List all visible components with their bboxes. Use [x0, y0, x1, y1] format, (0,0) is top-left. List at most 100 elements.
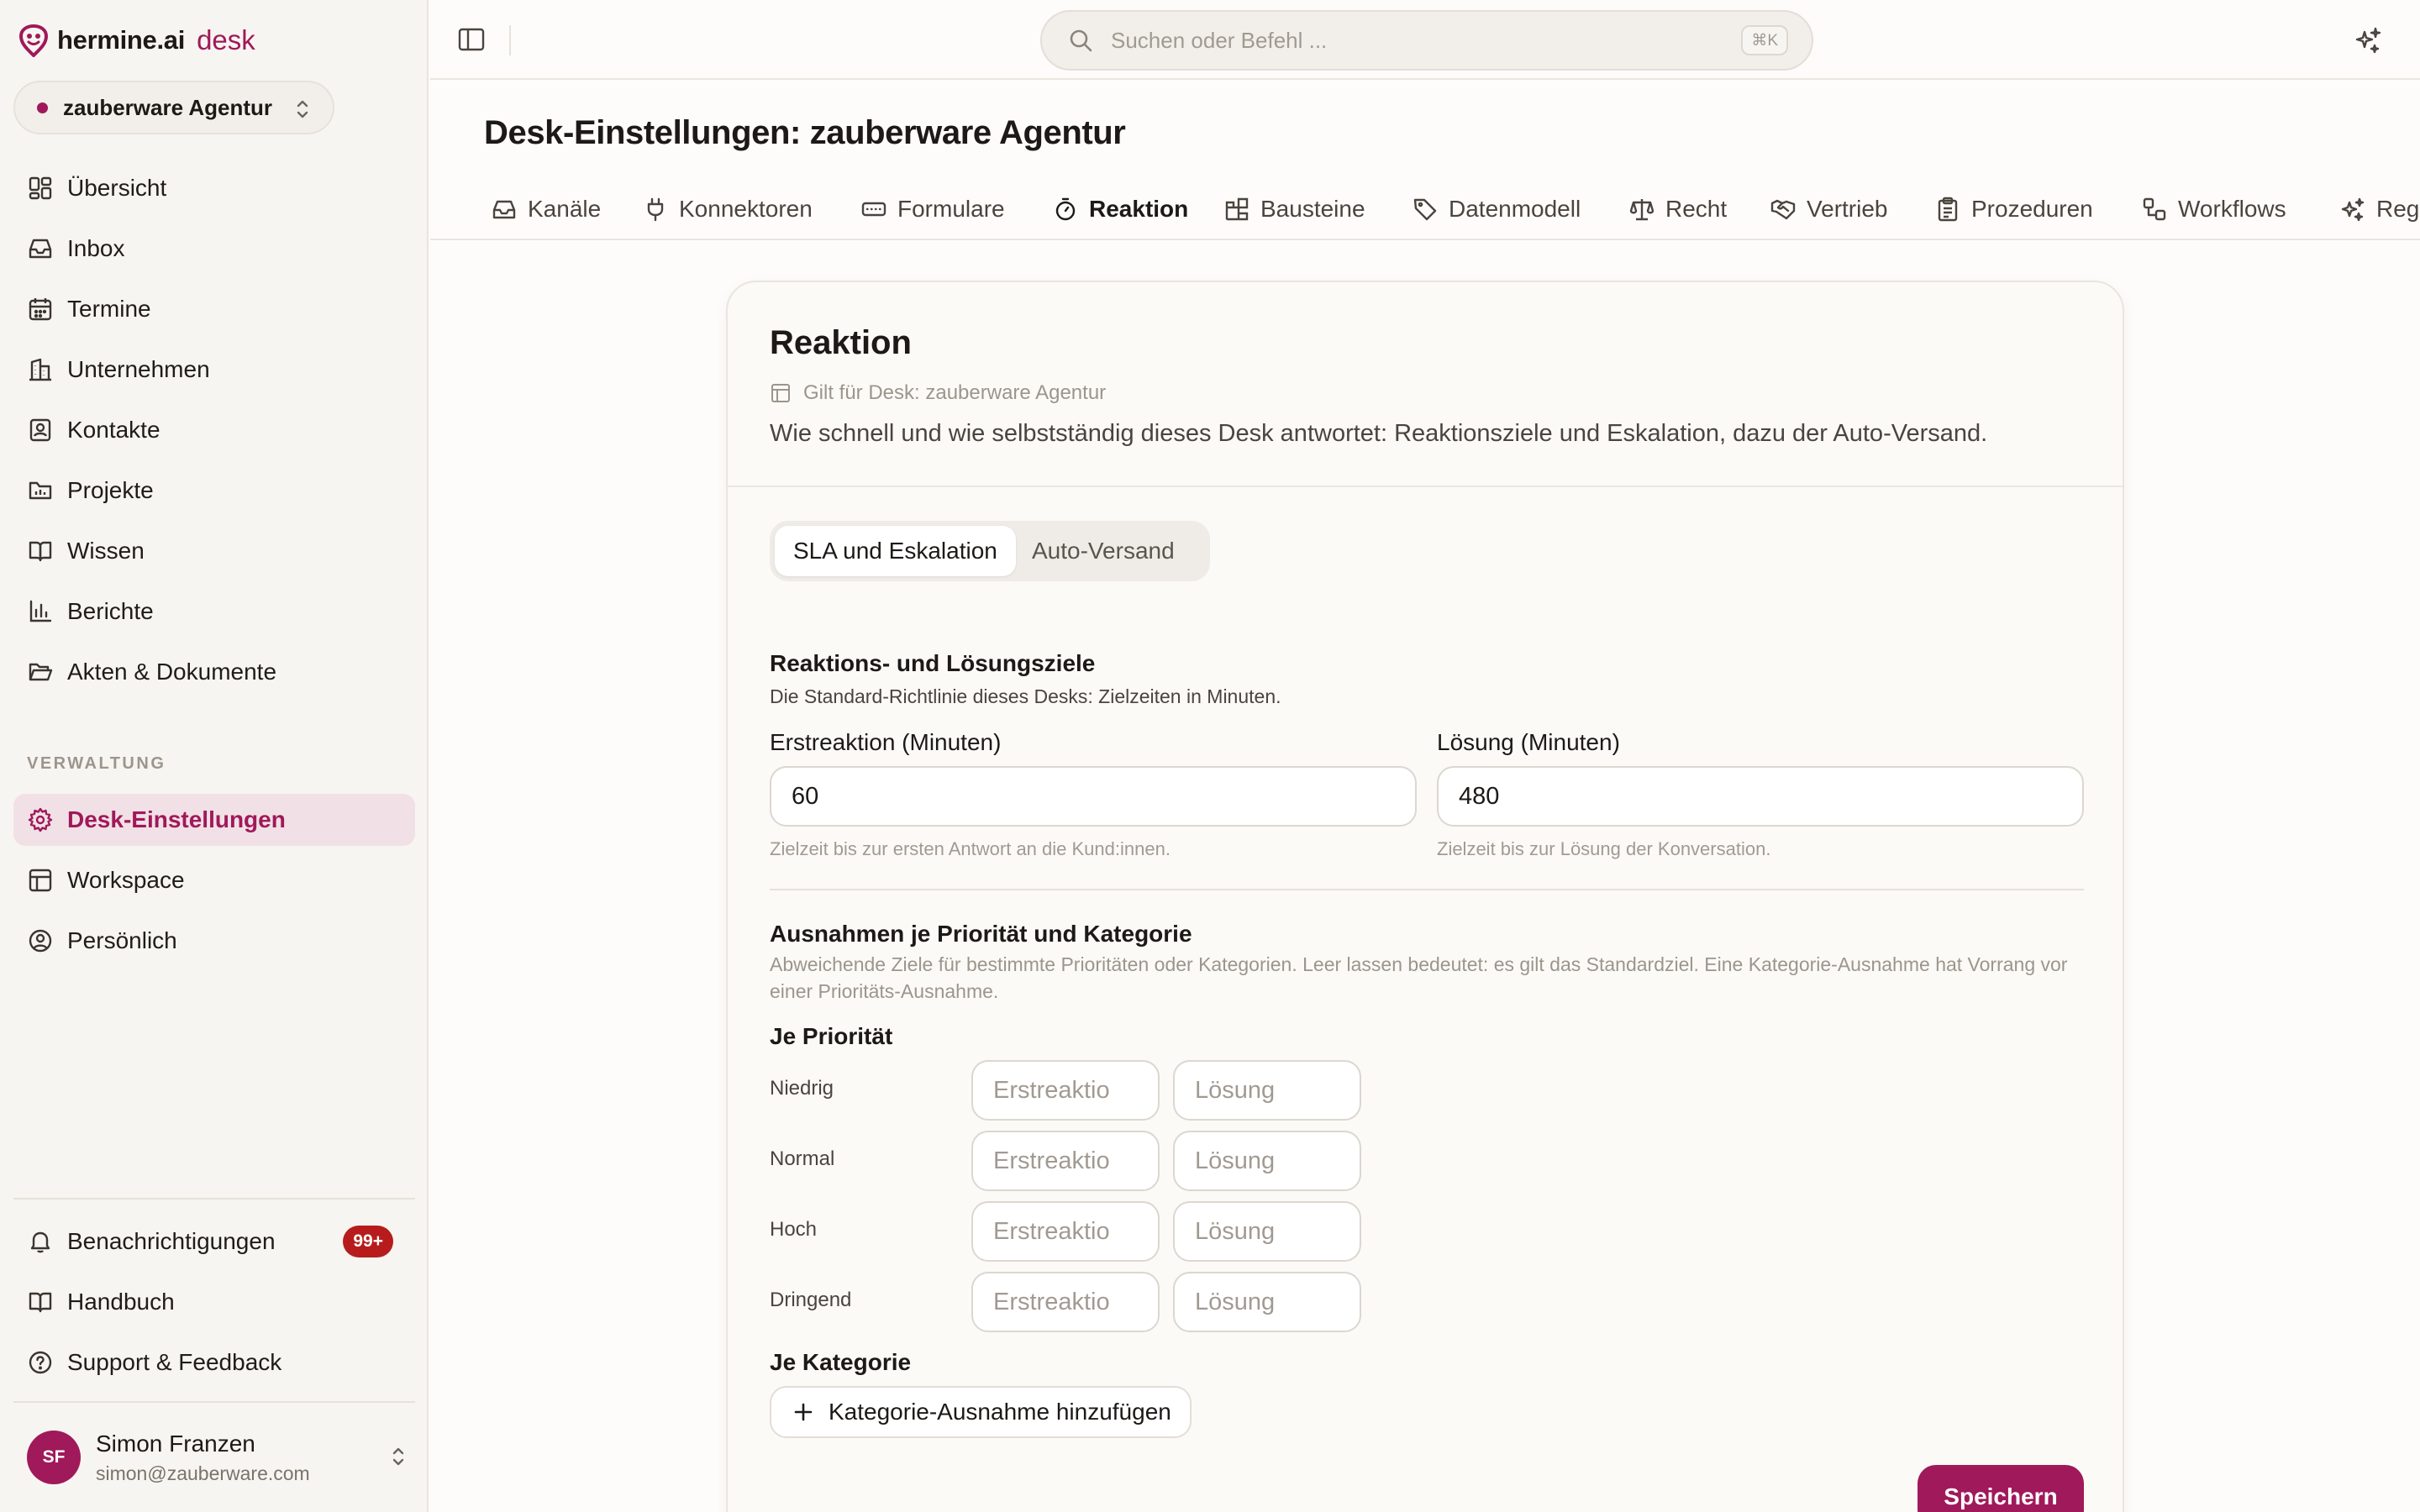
tab-label: Formulare [897, 196, 1005, 222]
bell-icon [27, 1228, 54, 1255]
tab-vertrieb[interactable]: Vertrieb [1770, 178, 1888, 239]
plus-icon [794, 1403, 813, 1421]
priority-niedrig-first-response-input[interactable]: Erstreaktio [971, 1060, 1160, 1121]
tab-label: Bausteine [1260, 196, 1365, 222]
first-response-input[interactable]: 60 [770, 766, 1417, 827]
priority-dringend-resolution-input[interactable]: Lösung [1173, 1272, 1361, 1332]
tab-formulare[interactable]: Formulare [860, 178, 1005, 239]
priority-niedrig-resolution-input[interactable]: Lösung [1173, 1060, 1361, 1121]
tab-prozeduren[interactable]: Prozeduren [1934, 178, 2093, 239]
chevron-up-down-icon [297, 100, 308, 118]
resolution-input[interactable]: 480 [1437, 766, 2084, 827]
card-title: Reaktion [770, 324, 912, 361]
priority-normal-resolution-input[interactable]: Lösung [1173, 1131, 1361, 1191]
nav-label: Kontakte [67, 417, 160, 443]
nav-item-workspace[interactable]: Workspace [13, 854, 415, 906]
section-subtitle-ziele: Die Standard-Richtlinie dieses Desks: Zi… [770, 685, 1281, 707]
user-menu[interactable]: SF Simon Franzen simon@zauberware.com [27, 1430, 415, 1485]
org-switcher[interactable]: zauberware Agentur [13, 81, 334, 134]
bar-chart-icon [27, 598, 54, 625]
section-description-ausnahmen: Abweichende Ziele für bestimmte Prioritä… [770, 953, 2068, 1002]
priority-hoch-resolution-input[interactable]: Lösung [1173, 1201, 1361, 1262]
nav-item-uebersicht[interactable]: Übersicht [13, 162, 415, 214]
priority-dringend-first-response-input[interactable]: Erstreaktio [971, 1272, 1160, 1332]
org-dot [37, 102, 48, 113]
search-placeholder: Suchen oder Befehl ... [1111, 27, 1328, 53]
segment-sla-eskalation[interactable]: SLA und Eskalation [775, 526, 1016, 576]
tab-label: Kanäle [528, 196, 602, 222]
search-shortcut: ⌘K [1741, 25, 1788, 55]
sidebar-toggle-icon[interactable] [457, 25, 486, 54]
nav-item-berichte[interactable]: Berichte [13, 585, 415, 638]
tab-label: Workflows [2178, 196, 2286, 222]
book-icon [27, 538, 54, 564]
nav-label: Workspace [67, 867, 185, 893]
nav-item-inbox[interactable]: Inbox [13, 223, 415, 275]
workflow-icon [2141, 196, 2168, 223]
tab-recht[interactable]: Recht [1628, 178, 1728, 239]
nav-item-akten[interactable]: Akten & Dokumente [13, 646, 415, 698]
handshake-icon [1770, 196, 1797, 223]
nav-label: Berichte [67, 598, 154, 624]
tab-label: Prozeduren [1971, 196, 2093, 222]
priority-label-niedrig: Niedrig [770, 1077, 834, 1100]
nav-label: Persönlich [67, 927, 177, 953]
nav-item-kontakte[interactable]: Kontakte [13, 404, 415, 456]
nav-item-handbuch[interactable]: Handbuch [13, 1276, 415, 1328]
tab-label: Datenmodell [1449, 196, 1581, 222]
brand-product: desk [197, 24, 255, 55]
inbox-icon [491, 196, 518, 223]
search-icon [1070, 29, 1092, 52]
form-icon [860, 196, 887, 223]
user-name: Simon Franzen [96, 1430, 255, 1457]
tab-datenmodell[interactable]: Datenmodell [1412, 178, 1581, 239]
nav-item-unternehmen[interactable]: Unternehmen [13, 344, 415, 396]
card-scope: Gilt für Desk: zauberware Agentur [770, 381, 1106, 405]
tab-kanaele[interactable]: Kanäle [491, 178, 602, 239]
sidebar-divider [13, 1401, 415, 1403]
priority-normal-first-response-input[interactable]: Erstreaktio [971, 1131, 1160, 1191]
add-category-exception-label: Kategorie-Ausnahme hinzufügen [829, 1399, 1171, 1425]
user-circle-icon [27, 927, 54, 954]
nav-item-wissen[interactable]: Wissen [13, 525, 415, 577]
nav-label: Handbuch [67, 1289, 175, 1315]
section-label-verwaltung: VERWALTUNG [27, 754, 166, 773]
nav-label: Benachrichtigungen [67, 1228, 276, 1254]
user-info: Simon Franzen simon@zauberware.com [96, 1431, 310, 1485]
scale-icon [1628, 196, 1655, 223]
priority-hoch-first-response-input[interactable]: Erstreaktio [971, 1201, 1160, 1262]
tab-reaktion[interactable]: Reaktion [1052, 178, 1188, 239]
priority-label-hoch: Hoch [770, 1218, 818, 1241]
nav-item-projekte[interactable]: Projekte [13, 465, 415, 517]
help-circle-icon [27, 1349, 54, 1376]
timer-icon [1052, 196, 1079, 223]
tab-label: Recht [1665, 196, 1728, 222]
tab-reg[interactable]: Reg [2339, 178, 2419, 239]
segment-auto-versand[interactable]: Auto-Versand [1013, 526, 1193, 576]
tab-bausteine[interactable]: Bausteine [1223, 178, 1365, 239]
tab-workflows[interactable]: Workflows [2141, 178, 2286, 239]
add-category-exception-button[interactable]: Kategorie-Ausnahme hinzufügen [770, 1386, 1192, 1438]
nav-item-termine[interactable]: Termine [13, 283, 415, 335]
layout-icon [771, 384, 790, 402]
nav-item-support[interactable]: Support & Feedback [13, 1336, 415, 1389]
save-button[interactable]: Speichern [1918, 1465, 2084, 1512]
settings-card-reaktion: Reaktion Gilt für Desk: zauberware Agent… [726, 281, 2124, 1512]
first-response-help: Zielzeit bis zur ersten Antwort an die K… [770, 838, 1171, 859]
nav-item-desk-einstellungen[interactable]: Desk-Einstellungen [13, 794, 415, 846]
book-icon [27, 1289, 54, 1315]
tab-konnektoren[interactable]: Konnektoren [642, 178, 813, 239]
card-description: Wie schnell und wie selbstständig dieses… [770, 420, 1988, 447]
nav-label: Inbox [67, 235, 125, 261]
nav-item-persoenlich[interactable]: Persönlich [13, 915, 415, 967]
nav-label: Projekte [67, 477, 154, 503]
brand[interactable]: hermine.ai desk [18, 22, 255, 59]
sparkle-icon[interactable] [2353, 25, 2383, 55]
search-input[interactable]: Suchen oder Befehl ... ⌘K [1040, 10, 1813, 71]
clipboard-icon [1934, 196, 1961, 223]
priority-heading: Je Priorität [770, 1023, 893, 1049]
nav-item-benachrichtigungen[interactable]: Benachrichtigungen 99+ [13, 1215, 415, 1268]
resolution-help: Zielzeit bis zur Lösung der Konversation… [1437, 838, 1771, 859]
nav-label: Unternehmen [67, 356, 210, 382]
priority-label-normal: Normal [770, 1147, 835, 1170]
